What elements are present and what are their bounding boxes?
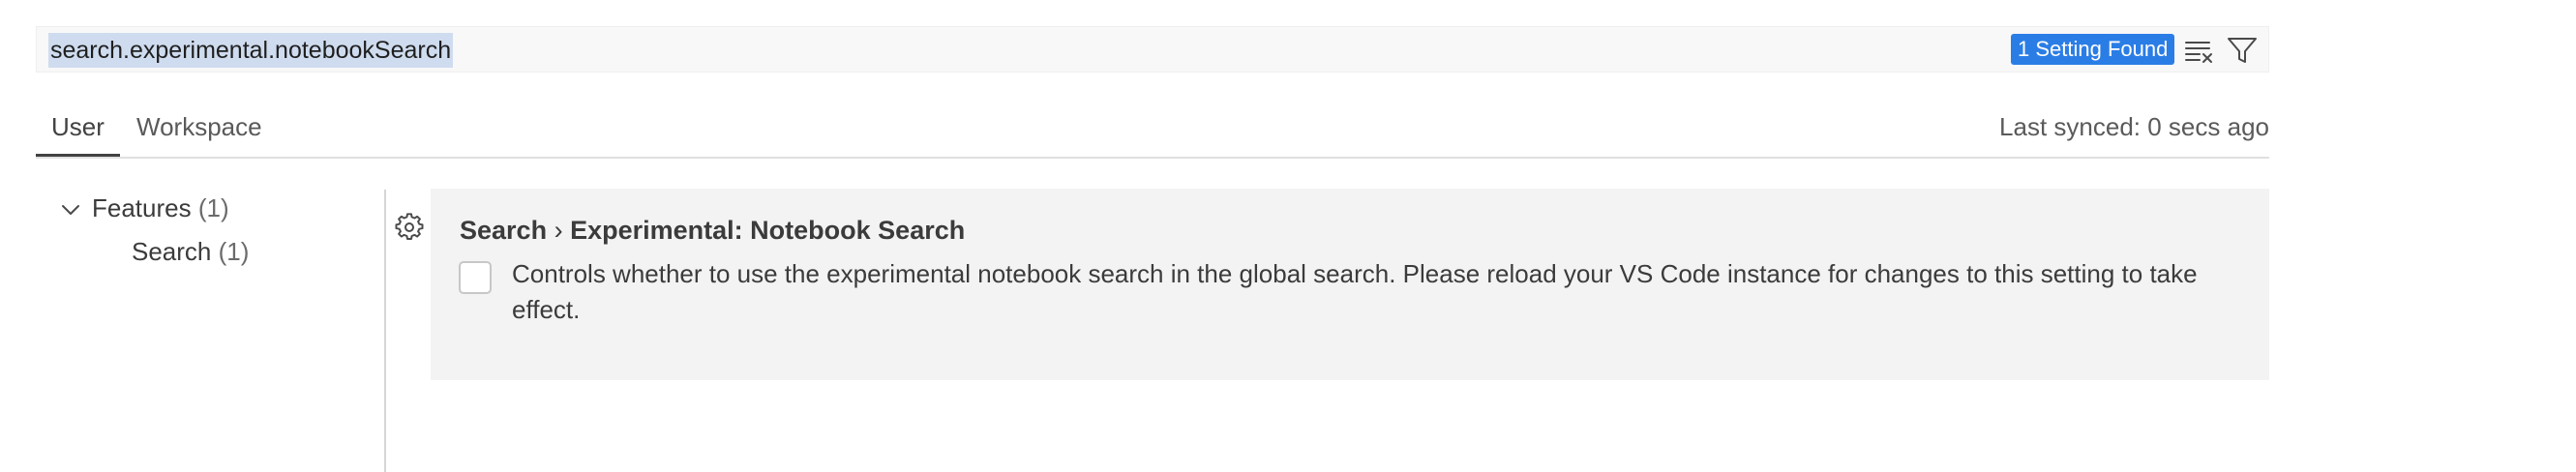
setting-checkbox[interactable]	[459, 261, 492, 294]
toc-item-search[interactable]: Search (1)	[132, 235, 249, 268]
toc-item-count: (1)	[218, 237, 250, 266]
chevron-down-icon[interactable]	[60, 199, 81, 221]
setting-description: Controls whether to use the experimental…	[512, 259, 2198, 324]
setting-item: Search › Experimental: Notebook Search C…	[431, 189, 2269, 380]
clear-filter-icon[interactable]	[2183, 37, 2216, 66]
setting-title: Search › Experimental: Notebook Search	[460, 214, 965, 247]
toc-item-label: Features	[92, 193, 192, 222]
filter-icon[interactable]	[2226, 35, 2259, 66]
results-count-badge: 1 Setting Found	[2011, 34, 2175, 65]
gear-icon[interactable]	[395, 213, 424, 242]
settings-toc: Features (1) Search (1)	[36, 186, 365, 472]
settings-scope-tabs: User Workspace Last synced: 0 secs ago	[36, 104, 2269, 159]
setting-name-prefix: Experimental:	[570, 216, 743, 245]
toc-item-label: Search	[132, 237, 212, 266]
toc-item-count: (1)	[197, 193, 229, 222]
breadcrumb-separator: ›	[554, 216, 563, 245]
setting-category: Search	[460, 216, 548, 245]
settings-search-box[interactable]: search.experimental.notebookSearch 1 Set…	[36, 26, 2269, 73]
toc-divider	[384, 190, 386, 472]
tab-workspace[interactable]: Workspace	[136, 104, 262, 157]
tab-user[interactable]: User	[36, 104, 120, 157]
sync-status: Last synced: 0 secs ago	[1999, 112, 2269, 141]
setting-name: Notebook Search	[750, 216, 966, 245]
search-input[interactable]: search.experimental.notebookSearch	[48, 33, 454, 68]
toc-item-features[interactable]: Features (1)	[57, 192, 229, 224]
